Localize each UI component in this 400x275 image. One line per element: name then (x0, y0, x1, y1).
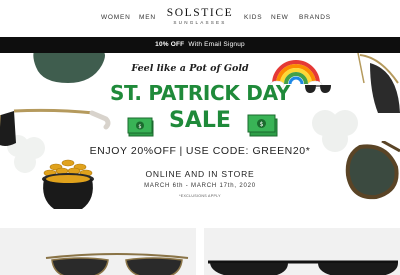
product-tile[interactable] (0, 228, 196, 275)
hero-exclusions: *EXCLUSIONS APPLY (179, 194, 221, 198)
offer-separator: | (179, 145, 183, 157)
offer-discount: ENJOY 20%OFF (89, 145, 177, 157)
logo[interactable]: SOLSTICE SUNGLASSES (163, 7, 237, 25)
promo-bar[interactable]: 10% OFF With Email Signup (0, 37, 400, 53)
site-header: WOMEN MEN SOLSTICE SUNGLASSES KIDS NEW B… (0, 0, 400, 36)
product-tile[interactable] (204, 228, 400, 275)
nav-women[interactable]: WOMEN (101, 14, 131, 21)
promo-highlight: 10% OFF (155, 41, 185, 48)
nav-men[interactable]: MEN (139, 14, 156, 21)
hero-banner[interactable]: $ $ Feel like a Pot of Gold ST. PATRICK … (0, 53, 400, 214)
aviator-sunglasses-icon (45, 253, 189, 275)
logo-subtitle: SUNGLASSES (173, 20, 227, 25)
promo-text: With Email Signup (188, 41, 245, 48)
hero-offer: ENJOY 20%OFF | USE CODE: GREEN20* (0, 145, 400, 157)
offer-code: USE CODE: GREEN20* (185, 145, 311, 157)
hero-dates: MARCH 6th - MARCH 17th, 2020 (144, 183, 256, 189)
nav-new[interactable]: NEW (271, 14, 289, 21)
hero-availability: ONLINE AND IN STORE (145, 169, 255, 179)
black-frame-sunglasses-icon (208, 260, 398, 275)
nav-brands[interactable]: BRANDS (299, 14, 331, 21)
hero-tagline: Feel like a Pot of Gold (131, 63, 249, 74)
nav-kids[interactable]: KIDS (244, 14, 262, 21)
hero-title-line1: ST. PATRICK DAY (109, 81, 291, 105)
logo-wordmark: SOLSTICE (166, 7, 234, 19)
hero-title-line2: SALE (169, 108, 231, 133)
